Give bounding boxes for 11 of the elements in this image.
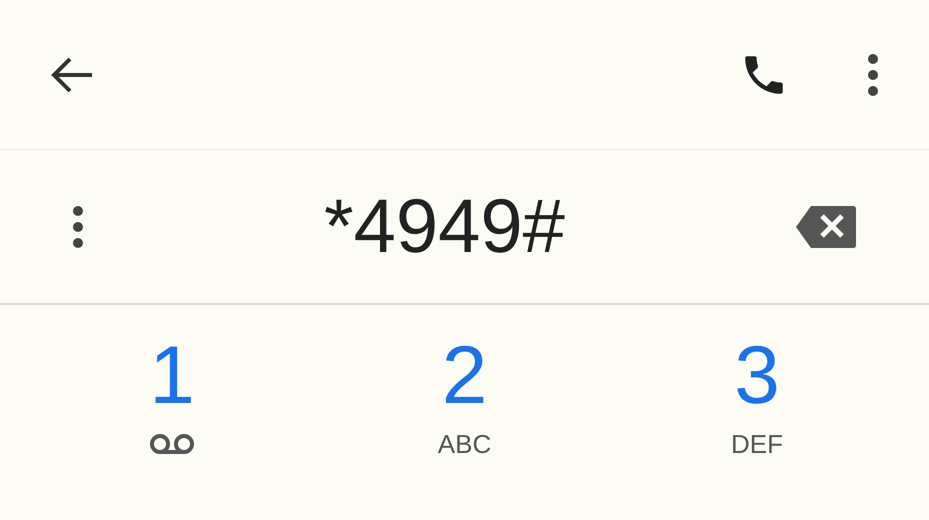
backspace-icon[interactable] [795, 204, 857, 250]
dial-key[interactable]: 1 [92, 305, 252, 461]
more-icon[interactable] [867, 52, 879, 96]
back-icon[interactable] [50, 56, 94, 92]
key-letters: DEF [731, 431, 783, 457]
dialed-number[interactable]: *4949# [84, 188, 795, 264]
voicemail-icon [148, 432, 196, 456]
key-letters: ABC [438, 431, 492, 457]
dial-key[interactable]: 2 ABC [384, 305, 544, 461]
dial-key[interactable]: 3 DEF [677, 305, 837, 461]
more-icon[interactable] [72, 204, 84, 248]
